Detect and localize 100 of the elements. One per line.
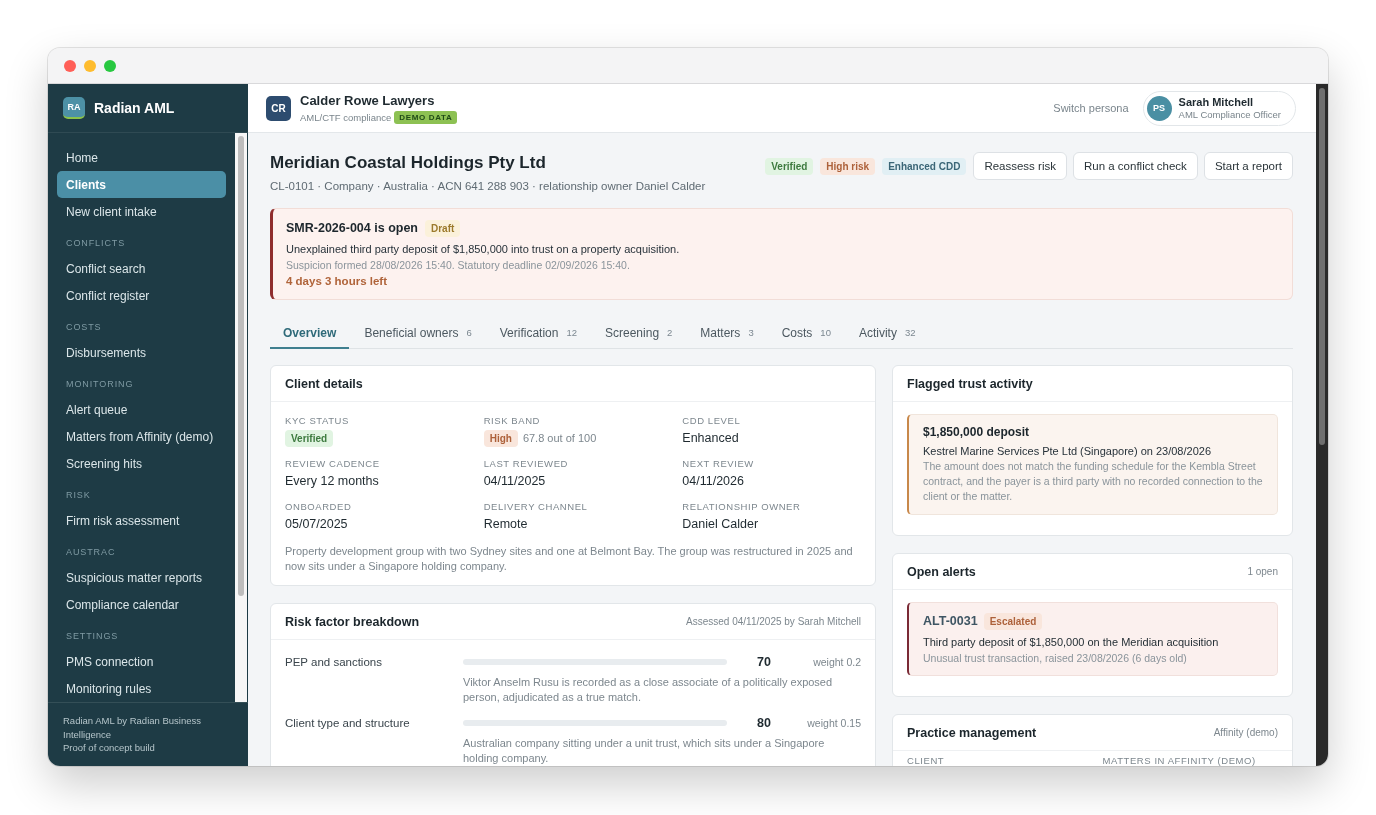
risk-factor-description: Viktor Anselm Rusu is recorded as a close associate of a politically exposed person, adjudicated as a true match. (463, 675, 834, 705)
column-header: MATTERS IN AFFINITY (DEMO) (1102, 755, 1256, 766)
scrollbar-track[interactable] (1316, 84, 1328, 766)
status-badge: Escalated (983, 612, 1043, 630)
scrollbar-track[interactable] (235, 133, 247, 702)
alert-count: 1 open (1247, 566, 1278, 577)
org-logo: CR (266, 95, 291, 121)
field-value: Every 12 months (285, 473, 379, 490)
tab[interactable]: Screening 2 (592, 318, 686, 349)
nav-item[interactable]: New client intake (57, 198, 226, 225)
app-logo: RA (63, 97, 85, 119)
smr-dates: Suspicion formed 28/08/2026 15:40. Statutory deadline 02/09/2026 15:40. (286, 258, 630, 273)
scrollbar-thumb[interactable] (1319, 88, 1325, 445)
nav-item[interactable]: Disbursements (57, 339, 226, 366)
field-note: 67.8 out of 100 (522, 432, 597, 444)
window-close-icon[interactable] (64, 59, 76, 72)
tab-count: 10 (820, 327, 831, 338)
tab-count: 6 (466, 327, 472, 338)
client-description: Property development group with two Sydney sites and one at Belmont Bay. The group was restructured in 2025 and now sits under a Singapore holding company. (285, 544, 854, 574)
client-name: Meridian Coastal Holdings Pty Ltd (270, 152, 546, 174)
status-badge: Draft (425, 219, 461, 237)
field-value: 05/07/2025 (285, 516, 348, 533)
nav-section-heading: MONITORING (66, 378, 135, 390)
alert-id: ALT-0031 (923, 614, 978, 628)
card-title: Client details (285, 376, 363, 391)
status-badge: High risk (820, 157, 876, 175)
nav-item[interactable]: PMS connection (57, 648, 226, 675)
nav-item[interactable]: Clients (57, 171, 226, 198)
risk-score: 80 (756, 716, 771, 730)
risk-factor-description: Australian company sitting under a unit trust, which sits under a Singapore holding company. (463, 736, 826, 766)
field-label: LAST REVIEWED (483, 458, 568, 470)
client-meta: CL-0101 · Company · Australia · ACN 641 288 903 · relationship owner Daniel Calder (270, 179, 706, 194)
action-button[interactable]: Run a conflict check (1072, 152, 1198, 180)
nav-item[interactable]: Matters from Affinity (demo) (57, 423, 226, 450)
field-label: DELIVERY CHANNEL (483, 501, 588, 513)
status-badge: High (483, 429, 518, 447)
deposit-amount: $1,850,000 deposit (923, 424, 1030, 441)
tab-count: 2 (667, 327, 673, 338)
tab[interactable]: Costs 10 (768, 318, 844, 349)
nav-item[interactable]: Screening hits (57, 450, 226, 477)
field-value: Daniel Calder (682, 516, 759, 533)
nav-item[interactable]: Monitoring rules (57, 675, 226, 702)
nav-section-heading: AUSTRAC (66, 546, 117, 558)
window-minimize-icon[interactable] (84, 59, 96, 72)
card-title: Risk factor breakdown (285, 614, 420, 629)
switch-persona-link[interactable]: Switch persona (1053, 102, 1129, 114)
tab[interactable]: Matters 3 (687, 318, 767, 349)
smr-title: SMR-2026-004 is open (286, 221, 418, 235)
tab[interactable]: Overview (270, 318, 350, 349)
alert-item[interactable]: ALT-0031 Escalated Third party deposit of $1,850,000 on the Meridian acquisition Unusual trust transaction, raised 23/08/2026 (6 days old) (907, 602, 1278, 676)
risk-weight: weight 0.15 (806, 717, 861, 729)
status-badge: Verified (285, 429, 334, 447)
activity-description: The amount does not match the funding schedule for the Kembla Street contract, and the payer is a third party with no recorded connection to the client or the matter. (923, 459, 1264, 504)
org-subtitle: AML/CTF compliance (300, 111, 392, 123)
user-avatar: PS (1146, 95, 1172, 121)
payer-text: Kestrel Marine Services Pte Ltd (Singapore) on 23/08/2026 (923, 444, 1211, 459)
nav-item[interactable]: Alert queue (57, 396, 226, 423)
nav-item[interactable]: Firm risk assessment (57, 507, 226, 534)
footer-text: Radian AML by Radian Business Intelligence (63, 714, 202, 741)
risk-factor-label: PEP and sanctions (285, 655, 383, 670)
tab-count: 32 (904, 327, 916, 338)
action-button[interactable]: Reassess risk (973, 152, 1067, 180)
status-badge: Verified (765, 157, 814, 175)
demo-data-badge: DEMO DATA (394, 110, 458, 124)
deadline-countdown: 4 days 3 hours left (286, 274, 387, 289)
source-note: Affinity (demo) (1213, 727, 1278, 738)
app-name: Radian AML (94, 100, 175, 116)
window-zoom-icon[interactable] (104, 59, 116, 72)
scrollbar-thumb[interactable] (238, 136, 244, 596)
nav-item[interactable]: Conflict register (57, 282, 226, 309)
assessed-note: Assessed 04/11/2025 by Sarah Mitchell (686, 616, 861, 627)
nav-item[interactable]: Suspicious matter reports (57, 564, 226, 591)
footer-text: Proof of concept build (63, 741, 156, 755)
nav-item[interactable]: Home (57, 144, 226, 171)
status-badge: Enhanced CDD (882, 157, 967, 175)
card-title: Flagged trust activity (907, 376, 1033, 391)
tab-count: 12 (566, 327, 577, 338)
nav-item[interactable]: Conflict search (57, 255, 226, 282)
nav-section-heading: CONFLICTS (66, 237, 127, 249)
field-label: ONBOARDED (285, 501, 352, 513)
field-label: KYC STATUS (285, 415, 349, 427)
field-value: Remote (483, 516, 528, 533)
field-label: REVIEW CADENCE (285, 458, 380, 470)
nav-section-heading: SETTINGS (66, 630, 120, 642)
alert-meta: Unusual trust transaction, raised 23/08/2026 (6 days old) (923, 651, 1187, 666)
persona-chip[interactable]: PS Sarah Mitchell AML Compliance Officer (1142, 90, 1296, 126)
user-name: Sarah Mitchell (1178, 96, 1255, 108)
tab[interactable]: Activity 32 (845, 318, 929, 349)
risk-factor-label: Client type and structure (285, 716, 411, 731)
tab-count: 3 (748, 327, 754, 338)
card-title: Open alerts (907, 564, 976, 579)
user-role: AML Compliance Officer (1178, 109, 1281, 120)
smr-description: Unexplained third party deposit of $1,850,000 into trust on a property acquisition. (286, 242, 680, 257)
field-value: 04/11/2025 (483, 473, 546, 490)
tab[interactable]: Verification 12 (486, 318, 590, 349)
nav-item[interactable]: Compliance calendar (57, 591, 226, 618)
field-label: RISK BAND (483, 415, 540, 427)
tab[interactable]: Beneficial owners 6 (351, 318, 485, 349)
field-label: NEXT REVIEW (682, 458, 754, 470)
action-button[interactable]: Start a report (1203, 152, 1293, 180)
